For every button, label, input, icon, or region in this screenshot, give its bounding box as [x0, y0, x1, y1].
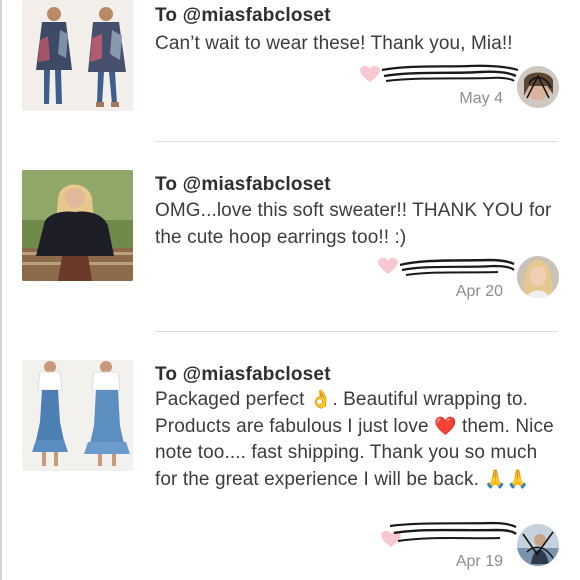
avatar[interactable]: [517, 256, 559, 298]
review-date: Apr 20: [455, 283, 503, 300]
product-thumbnail[interactable]: [22, 360, 133, 471]
recipient-label: To @miasfabcloset: [155, 5, 331, 26]
review-message: Packaged perfect 👌. Beautiful wrapping t…: [155, 387, 560, 493]
praying-hands-emoji: 🙏🙏: [484, 468, 530, 490]
heart-icon[interactable]: [377, 257, 399, 275]
avatar[interactable]: [517, 524, 559, 566]
review-message: OMG...love this soft sweater!! THANK YOU…: [155, 200, 552, 248]
username-redacted[interactable]: [380, 62, 520, 86]
product-thumbnail[interactable]: [22, 0, 133, 111]
review-date: Apr 19: [455, 553, 503, 570]
username-redacted[interactable]: [398, 255, 516, 279]
recipient-label: To @miasfabcloset: [155, 174, 331, 195]
review-date: May 4: [459, 90, 503, 107]
message-text: Packaged perfect: [155, 389, 310, 410]
divider: [155, 141, 558, 142]
ok-hand-emoji: 👌: [309, 389, 333, 410]
product-thumbnail[interactable]: [22, 170, 133, 281]
review-message: Can’t wait to wear these! Thank you, Mia…: [155, 33, 513, 54]
divider: [155, 331, 558, 332]
recipient-label: To @miasfabcloset: [155, 364, 331, 385]
username-redacted[interactable]: [388, 520, 518, 544]
left-border: [0, 0, 2, 580]
heart-icon[interactable]: [359, 65, 381, 83]
avatar[interactable]: [517, 66, 559, 108]
red-heart-emoji: ❤️: [434, 415, 457, 437]
